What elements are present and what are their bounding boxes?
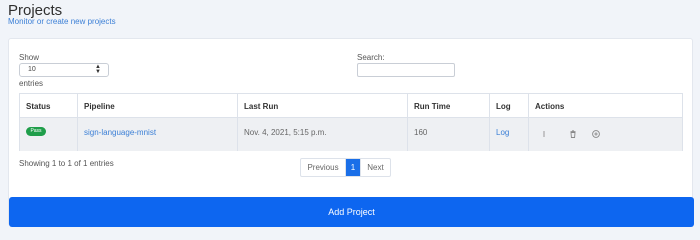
page-subtitle: Monitor or create new projects (8, 17, 116, 26)
column-header-run-time[interactable]: Run Time (408, 94, 490, 117)
entries-select[interactable]: 10 ▲ ▼ (19, 63, 109, 77)
status-badge: Pass (26, 127, 46, 136)
run-time-cell: 160 (408, 118, 490, 151)
entries-label: entries (19, 79, 44, 88)
pagination-previous[interactable]: Previous (301, 159, 346, 176)
projects-table: Status Pipeline Last Run Run Time Log Ac… (19, 93, 683, 151)
last-run-cell: Nov. 4, 2021, 5:15 p.m. (238, 118, 408, 151)
actions-cell (529, 118, 684, 151)
status-cell: Pass (20, 118, 78, 151)
column-header-pipeline[interactable]: Pipeline (78, 94, 238, 117)
show-label: Show (19, 53, 40, 62)
projects-card: Show 10 ▲ ▼ entries Search: Status Pipeli… (8, 38, 694, 227)
pipeline-link[interactable]: sign-language-mnist (84, 128, 156, 137)
info-icon[interactable] (539, 129, 549, 139)
search-input[interactable] (357, 63, 455, 77)
log-link[interactable]: Log (496, 128, 509, 137)
pipeline-cell: sign-language-mnist (78, 118, 238, 151)
last-run-value: Nov. 4, 2021, 5:15 p.m. (244, 128, 327, 137)
trash-icon[interactable] (568, 129, 578, 139)
column-header-log[interactable]: Log (490, 94, 529, 117)
select-caret-icon: ▲ ▼ (95, 64, 101, 75)
column-header-status[interactable]: Status (20, 94, 78, 117)
table-header: Status Pipeline Last Run Run Time Log Ac… (20, 94, 682, 118)
add-project-button[interactable]: Add Project (9, 197, 694, 227)
column-header-actions: Actions (535, 102, 565, 111)
log-cell: Log (490, 118, 529, 151)
pagination-next[interactable]: Next (360, 159, 390, 176)
run-time-value: 160 (414, 128, 428, 137)
entries-select-value: 10 (28, 66, 36, 73)
showing-info: Showing 1 to 1 of 1 entries (19, 159, 114, 168)
pagination: Previous 1 Next (300, 158, 391, 177)
add-circle-icon[interactable] (591, 129, 601, 139)
search-label: Search: (357, 53, 385, 62)
column-header-last-run[interactable]: Last Run (238, 94, 408, 117)
table-row: Pass sign-language-mnist Nov. 4, 2021, 5… (20, 118, 682, 151)
pagination-page-1[interactable]: 1 (346, 159, 360, 176)
